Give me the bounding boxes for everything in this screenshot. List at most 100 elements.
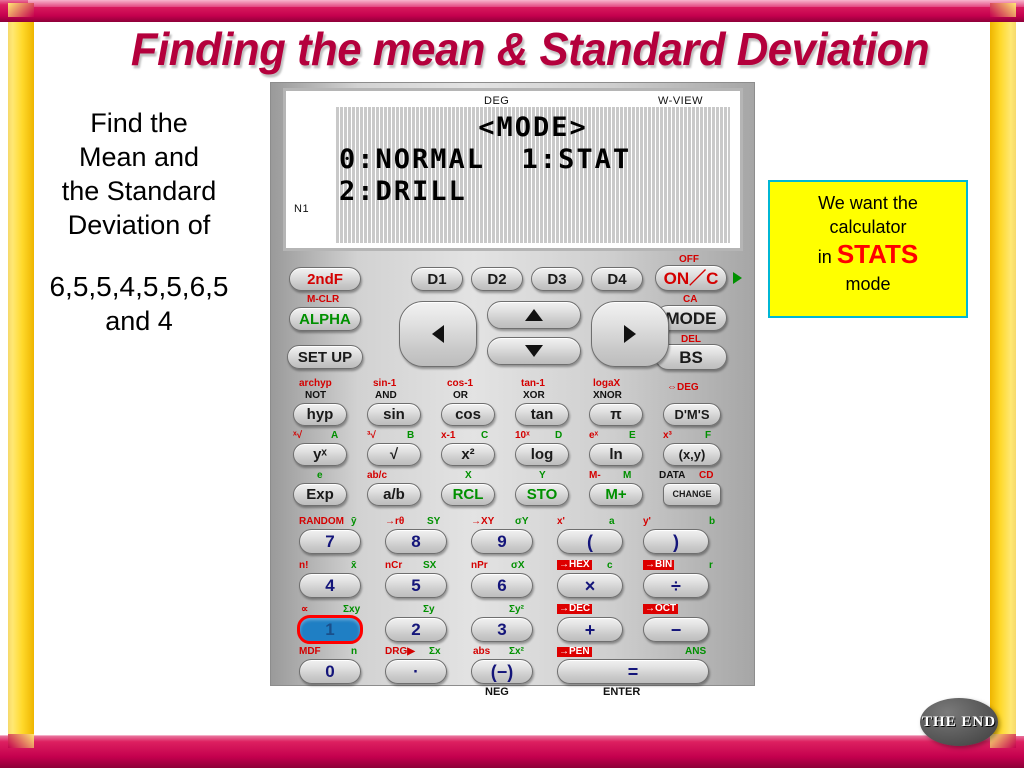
callout-in-word: in [817, 247, 837, 267]
question-line-3: the Standard [61, 176, 217, 206]
key-9[interactable]: 9 [471, 529, 533, 554]
key-equals[interactable]: = [557, 659, 709, 684]
label-cd: CD [699, 470, 714, 481]
frame-top-highlight [28, 0, 1024, 7]
label-b: B [407, 430, 415, 441]
key-d1[interactable]: D1 [411, 267, 463, 291]
label-y-prime: y' [643, 516, 651, 527]
key-sin[interactable]: sin [367, 403, 421, 426]
label-to-dec: →DEC [557, 603, 593, 614]
label-y-bar: ȳ [351, 516, 357, 527]
lcd-indicator-deg: DEG [484, 95, 510, 107]
key-cursor-up[interactable] [487, 301, 581, 329]
key-tan[interactable]: tan [515, 403, 569, 426]
label-data: DATA [659, 470, 686, 481]
label-neg: NEG [485, 686, 509, 698]
key-fraction[interactable]: a/b [367, 483, 421, 506]
key-square-root[interactable]: √ [367, 443, 421, 466]
key-cursor-right[interactable] [591, 301, 669, 367]
key-left-paren[interactable]: ( [557, 529, 623, 554]
key-7[interactable]: 7 [299, 529, 361, 554]
lcd-indicator-wview: W-VIEW [658, 95, 703, 107]
key-minus[interactable]: − [643, 617, 709, 642]
label-sigma-y-squared: Σy² [509, 604, 524, 615]
label-to-oct: →OCT [643, 603, 679, 614]
key-sto[interactable]: STO [515, 483, 569, 506]
label-sigma-xy: Σxy [343, 604, 361, 615]
label-mdf: MDF [299, 646, 321, 657]
key-cursor-left[interactable] [399, 301, 477, 367]
key-ln[interactable]: ln [589, 443, 643, 466]
key-multiply[interactable]: × [557, 573, 623, 598]
calculator-keypad: 2ndF M-CLR ALPHA SET UP D1 D2 D3 D4 OFF … [271, 254, 756, 698]
key-negate[interactable]: (−) [471, 659, 533, 684]
callout-stats-word: STATS [836, 239, 919, 269]
key-alpha[interactable]: ALPHA [289, 307, 361, 331]
frame-bottom-bar [0, 736, 1024, 768]
label-sy: SY [427, 516, 441, 527]
key-on-clear[interactable]: ON／C [655, 265, 727, 291]
key-2ndf[interactable]: 2ndF [289, 267, 361, 291]
arrow-up-icon [525, 309, 543, 321]
label-x: X [465, 470, 472, 481]
label-proportional: ∝ [301, 604, 309, 615]
label-to-pen: →PEN [557, 646, 592, 657]
label-not: NOT [305, 390, 327, 401]
label-random: RANDOM [299, 516, 344, 527]
label-a-b-c: ab/c [367, 470, 388, 481]
lcd-pixel-grid: <MODE> 0:NORMAL 1:STAT 2:DRILL [336, 107, 730, 243]
key-6[interactable]: 6 [471, 573, 533, 598]
key-d3[interactable]: D3 [531, 267, 583, 291]
label-x-cubed: x³ [663, 430, 672, 441]
key-exp[interactable]: Exp [293, 483, 347, 506]
key-1[interactable]: 1 [297, 615, 363, 644]
key-plus[interactable]: + [557, 617, 623, 642]
frame-corner-bottom-left [8, 734, 34, 748]
label-ans: ANS [685, 646, 707, 657]
label-xnor: XNOR [593, 390, 622, 401]
key-d4[interactable]: D4 [591, 267, 643, 291]
key-cos[interactable]: cos [441, 403, 495, 426]
key-hyp[interactable]: hyp [293, 403, 347, 426]
key-set-up[interactable]: SET UP [287, 345, 363, 369]
label-cube-root: ³√ [367, 430, 376, 441]
key-dms[interactable]: D'M'S [663, 403, 721, 426]
label-to-r-theta: →rθ [385, 516, 405, 527]
label-off: OFF [679, 254, 699, 265]
callout-line-1: We want the [818, 193, 918, 213]
key-0[interactable]: 0 [299, 659, 361, 684]
key-divide[interactable]: ÷ [643, 573, 709, 598]
arrow-right-icon [624, 325, 636, 343]
key-3[interactable]: 3 [471, 617, 533, 642]
key-y-power-x[interactable]: yˣ [293, 443, 347, 466]
label-deg-toggle: ⇔DEG [667, 382, 699, 393]
label-log-a-x: logaX [593, 378, 621, 389]
key-memory-plus[interactable]: M+ [589, 483, 643, 506]
question-spacer [20, 242, 258, 270]
key-cursor-down[interactable] [487, 337, 581, 365]
label-m: M [623, 470, 632, 481]
question-line-1: Find the [90, 108, 188, 138]
callout-line-2: calculator [829, 217, 907, 237]
label-sigma-x: σX [511, 560, 525, 571]
key-decimal-point[interactable]: · [385, 659, 447, 684]
label-y: Y [539, 470, 546, 481]
key-5[interactable]: 5 [385, 573, 447, 598]
key-right-paren[interactable]: ) [643, 529, 709, 554]
key-4[interactable]: 4 [299, 573, 361, 598]
question-line-2: Mean and [78, 142, 200, 172]
key-2[interactable]: 2 [385, 617, 447, 642]
frame-corner-top-right [990, 3, 1016, 17]
key-x-squared[interactable]: x² [441, 443, 495, 466]
lcd-line-2: 0:NORMAL 1:STAT [339, 144, 632, 175]
key-xy-pair[interactable]: (x,y) [663, 443, 721, 466]
key-change[interactable]: CHANGE [663, 483, 721, 506]
key-d2[interactable]: D2 [471, 267, 523, 291]
the-end-badge[interactable]: THE END [920, 698, 998, 746]
label-ten-power-x: 10ˣ [515, 430, 530, 441]
key-8[interactable]: 8 [385, 529, 447, 554]
key-rcl[interactable]: RCL [441, 483, 495, 506]
label-xth-root: ˣ√ [293, 430, 303, 441]
key-pi[interactable]: π [589, 403, 643, 426]
key-log[interactable]: log [515, 443, 569, 466]
